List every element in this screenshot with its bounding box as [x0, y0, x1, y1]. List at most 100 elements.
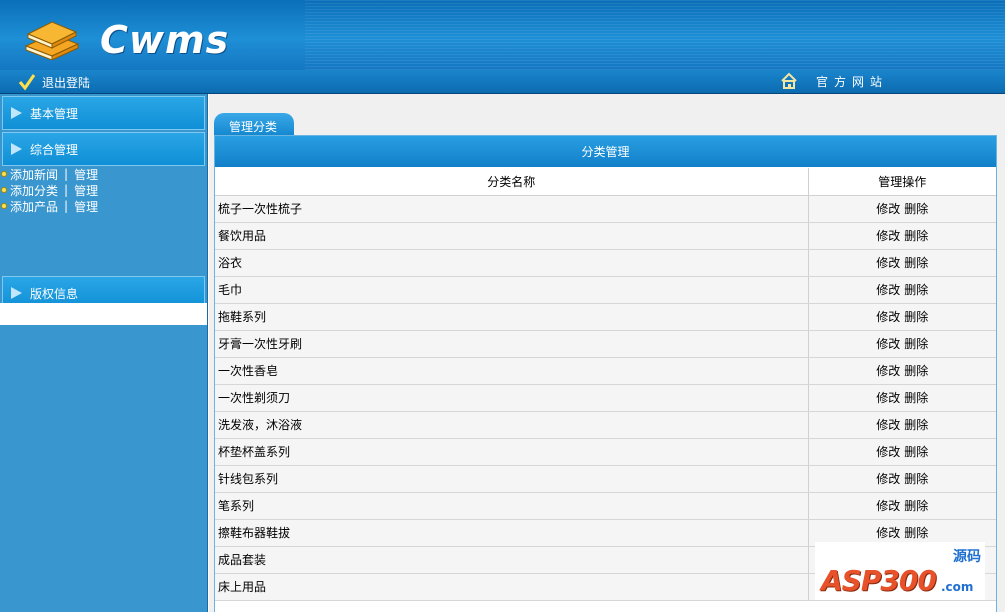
book-stack-icon [24, 21, 80, 60]
watermark-sub: 源码 [953, 549, 981, 565]
logo-text: Cwms [100, 18, 230, 62]
sidebar-section-general[interactable]: 综合管理 [2, 132, 205, 166]
category-ops-cell: 修改 删除 [807, 492, 996, 520]
category-name-cell: 餐饮用品 [215, 222, 808, 250]
sidebar-blank-area [0, 303, 207, 325]
sidebar-section-basic[interactable]: 基本管理 [2, 96, 205, 130]
logout-link[interactable]: 退出登陆 [18, 73, 90, 91]
manage-news-link[interactable]: 管理 [74, 166, 98, 183]
edit-link[interactable]: 修改 [876, 337, 900, 351]
category-ops-cell: 修改 删除 [807, 465, 996, 493]
sidebar-section-label: 综合管理 [30, 142, 79, 157]
delete-link[interactable]: 删除 [904, 472, 928, 486]
category-name-cell: 一次性剃须刀 [215, 384, 808, 412]
edit-link[interactable]: 修改 [876, 499, 900, 513]
table-row: 拖鞋系列 修改 删除 [215, 303, 996, 331]
table-row: 一次性香皂 修改 删除 [215, 357, 996, 385]
tab-manage-category[interactable]: 管理分类 [214, 113, 294, 135]
sidebar-sub-item-news: 添加新闻 | 管理 [0, 166, 207, 182]
table-row: 一次性剃须刀 修改 删除 [215, 384, 996, 412]
edit-link[interactable]: 修改 [876, 418, 900, 432]
delete-link[interactable]: 删除 [904, 229, 928, 243]
category-name-cell: 梳子一次性梳子 [215, 195, 808, 223]
official-site-label: 官方网站 [816, 74, 889, 89]
header-banner: Cwms [0, 0, 1005, 70]
edit-link[interactable]: 修改 [876, 229, 900, 243]
category-ops-cell: 修改 删除 [807, 330, 996, 358]
delete-link[interactable]: 删除 [904, 337, 928, 351]
delete-link[interactable]: 删除 [904, 526, 928, 540]
checkmark-icon [18, 74, 36, 91]
edit-link[interactable]: 修改 [876, 256, 900, 270]
delete-link[interactable]: 删除 [904, 256, 928, 270]
category-panel: 分类管理 分类名称 管理操作 梳子一次性梳子 修改 删除 餐饮用品 修改 删除 浴衣 修改 删除… [214, 135, 997, 612]
column-header-ops: 管理操作 [807, 168, 996, 196]
header-stripes [305, 0, 1005, 70]
category-name-cell: 杯垫杯盖系列 [215, 438, 808, 466]
category-ops-cell: 修改 删除 [807, 222, 996, 250]
delete-link[interactable]: 删除 [904, 418, 928, 432]
delete-link[interactable]: 删除 [904, 310, 928, 324]
logout-label: 退出登陆 [42, 75, 91, 90]
manage-category-link[interactable]: 管理 [74, 182, 98, 199]
manage-product-link[interactable]: 管理 [74, 198, 98, 215]
table-row: 餐饮用品 修改 删除 [215, 222, 996, 250]
separator: | [64, 167, 69, 181]
arrow-right-icon [11, 143, 22, 155]
edit-link[interactable]: 修改 [876, 283, 900, 297]
category-ops-cell: 修改 删除 [807, 303, 996, 331]
category-name-cell: 洗发液，沐浴液 [215, 411, 808, 439]
sidebar-section-label: 基本管理 [30, 106, 79, 121]
edit-link[interactable]: 修改 [876, 445, 900, 459]
sidebar-sub-item-category: 添加分类 | 管理 [0, 182, 207, 198]
sidebar-section-label: 版权信息 [30, 286, 79, 301]
sidebar-sub-item-product: 添加产品 | 管理 [0, 198, 207, 214]
add-category-link[interactable]: 添加分类 [10, 182, 58, 199]
table-row: 笔系列 修改 删除 [215, 492, 996, 520]
category-name-cell: 成品套装 [215, 546, 808, 574]
official-site-link[interactable]: 官方网站 [780, 72, 888, 90]
watermark-brand: ASP300 [821, 564, 937, 597]
edit-link[interactable]: 修改 [876, 202, 900, 216]
delete-link[interactable]: 删除 [904, 445, 928, 459]
delete-link[interactable]: 删除 [904, 202, 928, 216]
table-row: 针线包系列 修改 删除 [215, 465, 996, 493]
table-row: 浴衣 修改 删除 [215, 249, 996, 277]
add-product-link[interactable]: 添加产品 [10, 198, 58, 215]
delete-link[interactable]: 删除 [904, 391, 928, 405]
house-icon [781, 72, 797, 89]
delete-link[interactable]: 删除 [904, 283, 928, 297]
category-name-cell: 一次性香皂 [215, 357, 808, 385]
edit-link[interactable]: 修改 [876, 472, 900, 486]
category-ops-cell: 修改 删除 [807, 411, 996, 439]
category-name-cell: 拖鞋系列 [215, 303, 808, 331]
edit-link[interactable]: 修改 [876, 526, 900, 540]
column-header-name: 分类名称 [215, 168, 808, 196]
table-row: 牙膏一次性牙刷 修改 删除 [215, 330, 996, 358]
category-ops-cell: 修改 删除 [807, 357, 996, 385]
category-name-cell: 笔系列 [215, 492, 808, 520]
bullet-icon [1, 187, 7, 193]
table-header-row: 分类名称 管理操作 [215, 168, 996, 196]
table-row: 毛巾 修改 删除 [215, 276, 996, 304]
category-table: 分类名称 管理操作 梳子一次性梳子 修改 删除 餐饮用品 修改 删除 浴衣 修改 删除 毛巾 修改删… [215, 168, 996, 601]
delete-link[interactable]: 删除 [904, 499, 928, 513]
category-ops-cell: 修改 删除 [807, 384, 996, 412]
sidebar: 基本管理 综合管理 添加新闻 | 管理 添加分类 | 管理 添加产品 | 管理 … [0, 94, 208, 612]
edit-link[interactable]: 修改 [876, 364, 900, 378]
category-ops-cell: 修改 删除 [807, 276, 996, 304]
category-ops-cell: 修改 删除 [807, 195, 996, 223]
table-row: 梳子一次性梳子 修改 删除 [215, 195, 996, 223]
category-ops-cell: 修改 删除 [807, 249, 996, 277]
add-news-link[interactable]: 添加新闻 [10, 166, 58, 183]
bullet-icon [1, 171, 7, 177]
category-name-cell: 床上用品 [215, 573, 808, 601]
edit-link[interactable]: 修改 [876, 391, 900, 405]
separator: | [64, 199, 69, 213]
separator: | [64, 183, 69, 197]
edit-link[interactable]: 修改 [876, 310, 900, 324]
table-row: 杯垫杯盖系列 修改 删除 [215, 438, 996, 466]
watermark-logo: ASP300 源码 .com [815, 542, 985, 600]
delete-link[interactable]: 删除 [904, 364, 928, 378]
table-row: 洗发液，沐浴液 修改 删除 [215, 411, 996, 439]
